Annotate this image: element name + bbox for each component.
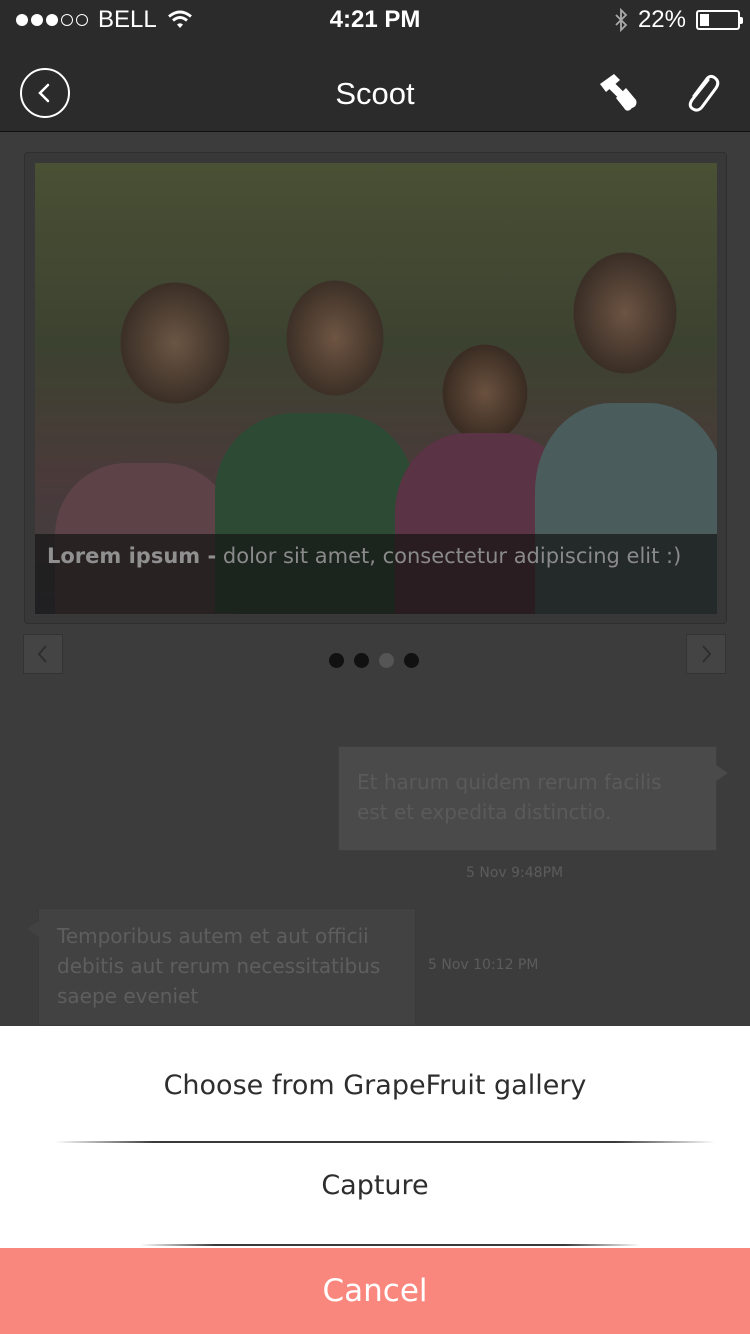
- attach-button[interactable]: [682, 70, 722, 116]
- prev-photo-button[interactable]: [23, 634, 63, 674]
- caption-bold: Lorem ipsum -: [47, 544, 217, 568]
- photo-card[interactable]: Lorem ipsum - dolor sit amet, consectetu…: [24, 152, 727, 624]
- pager-dot[interactable]: [329, 653, 344, 668]
- message-timestamp: 5 Nov 9:48PM: [466, 865, 564, 881]
- pager-dot-active[interactable]: [379, 653, 394, 668]
- photo-caption: Lorem ipsum - dolor sit amet, consectetu…: [35, 534, 717, 614]
- pager-dot[interactable]: [404, 653, 419, 668]
- battery-icon: [696, 10, 743, 30]
- action-sheet: Choose from GrapeFruit gallery Capture C…: [0, 1026, 750, 1334]
- status-bar: BELL 4:21 PM 22%: [0, 0, 750, 40]
- paint-brush-icon: [600, 74, 637, 111]
- caption-text: dolor sit amet, consectetur adipiscing e…: [222, 544, 682, 568]
- next-photo-button[interactable]: [686, 634, 726, 674]
- message-bubble-received[interactable]: Temporibus autem et aut officii debitis …: [27, 908, 416, 1026]
- bluetooth-icon: [615, 8, 628, 32]
- chevron-right-icon: [702, 645, 712, 663]
- choose-gallery-option[interactable]: Choose from GrapeFruit gallery: [0, 1070, 750, 1101]
- carousel-pager: [329, 653, 419, 668]
- message-bubble-sent[interactable]: Et harum quidem rerum facilis est et exp…: [338, 746, 728, 851]
- nav-bar: Scoot: [0, 40, 750, 132]
- paperclip-icon: [688, 74, 720, 112]
- divider: [55, 1141, 715, 1143]
- message-timestamp: 5 Nov 10:12 PM: [428, 957, 539, 973]
- capture-option[interactable]: Capture: [0, 1170, 750, 1201]
- pager-dot[interactable]: [354, 653, 369, 668]
- status-right: 22%: [614, 6, 743, 34]
- divider: [140, 1244, 640, 1246]
- chevron-left-icon: [37, 645, 47, 663]
- cancel-button[interactable]: Cancel: [0, 1248, 750, 1334]
- chat-feed: Lorem ipsum - dolor sit amet, consectetu…: [0, 132, 750, 1026]
- theme-brush-button[interactable]: [596, 70, 642, 116]
- battery-percent: 22%: [637, 6, 686, 33]
